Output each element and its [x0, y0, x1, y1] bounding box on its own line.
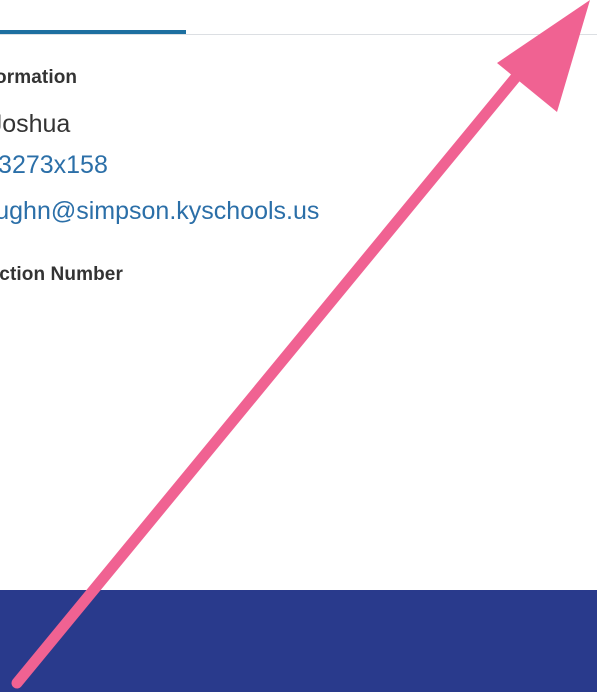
page: er Information hn, Joshua 586-3273x158 a… — [0, 0, 597, 692]
annotation-arrowhead — [497, 0, 590, 112]
annotation-arrow-shaft — [11, 54, 536, 689]
arrow-up-right-icon — [11, 0, 590, 689]
